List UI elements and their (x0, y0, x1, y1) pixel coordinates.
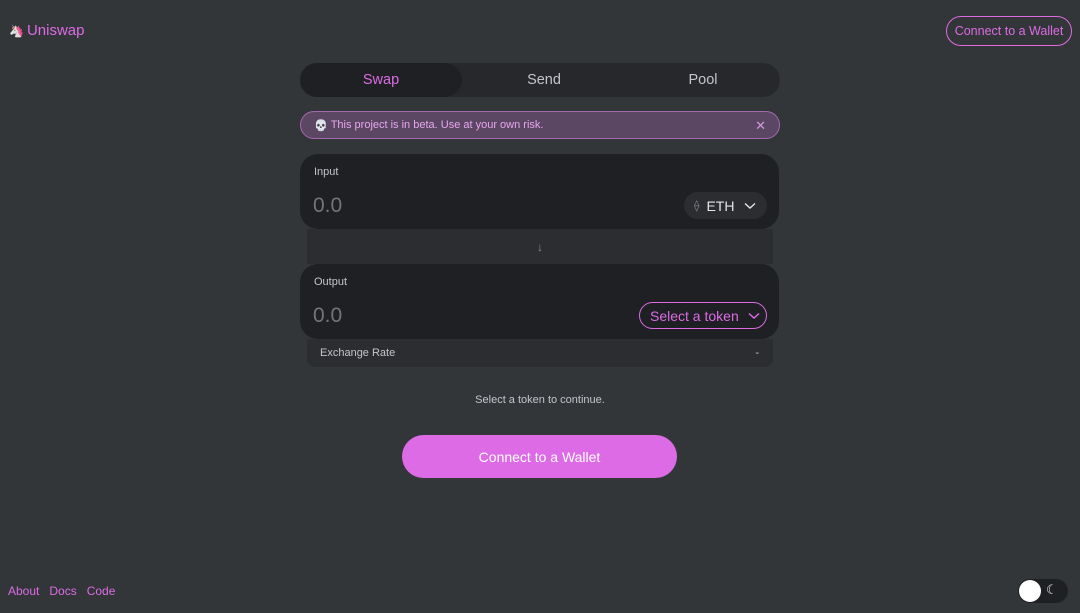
unicorn-icon: 🦄 (9, 23, 24, 38)
select-token-label: Select a token (650, 307, 739, 324)
output-label: Output (314, 276, 348, 288)
chevron-down-icon (744, 202, 756, 210)
footer-link-docs[interactable]: Docs (49, 584, 76, 598)
tab-send[interactable]: Send (462, 63, 626, 97)
beta-warning-text: This project is in beta. Use at your own… (330, 119, 544, 131)
theme-toggle[interactable]: ☾ (1018, 579, 1068, 603)
footer-links: About Docs Code (8, 584, 115, 598)
swap-direction-strip: ↓ (307, 229, 773, 264)
input-amount-field[interactable] (313, 194, 613, 218)
input-token-selector[interactable]: ⟠ ETH (684, 192, 767, 219)
connect-wallet-button-header[interactable]: Connect to a Wallet (946, 16, 1072, 46)
connect-wallet-button[interactable]: Connect to a Wallet (402, 435, 677, 478)
output-token-selector[interactable]: Select a token (639, 302, 767, 329)
tab-bar: Swap Send Pool (300, 63, 780, 97)
input-panel: Input ⟠ ETH (300, 154, 779, 229)
toggle-knob (1019, 580, 1041, 602)
exchange-rate-row: Exchange Rate - (307, 339, 773, 367)
close-icon[interactable]: ✕ (755, 118, 766, 134)
tab-swap[interactable]: Swap (300, 63, 462, 97)
output-amount-field[interactable] (313, 304, 613, 328)
chevron-down-icon (748, 312, 760, 320)
beta-warning-banner: 💀 This project is in beta. Use at your o… (300, 111, 780, 139)
exchange-rate-value: - (755, 347, 759, 359)
arrow-down-icon[interactable]: ↓ (537, 240, 543, 254)
tab-pool[interactable]: Pool (626, 63, 780, 97)
footer-link-about[interactable]: About (8, 584, 39, 598)
input-label: Input (314, 166, 339, 178)
footer-link-code[interactable]: Code (87, 584, 116, 598)
status-message: Select a token to continue. (475, 394, 605, 406)
skull-icon: 💀 (314, 119, 328, 132)
brand-logo[interactable]: 🦄 Uniswap (9, 22, 84, 39)
eth-icon: ⟠ (694, 200, 700, 212)
brand-name: Uniswap (26, 22, 85, 39)
output-panel: Output Select a token (300, 264, 779, 339)
moon-icon: ☾ (1046, 582, 1058, 597)
exchange-rate-label: Exchange Rate (320, 347, 396, 359)
input-token-symbol: ETH (706, 197, 735, 214)
